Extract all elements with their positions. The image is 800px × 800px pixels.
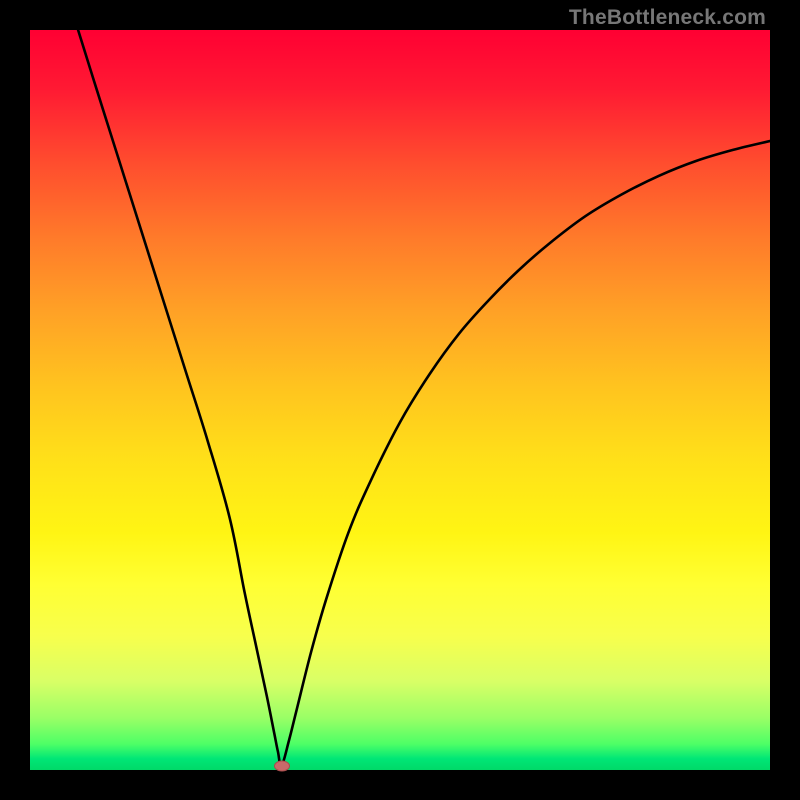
chart-frame: TheBottleneck.com: [0, 0, 800, 800]
plot-area: [30, 30, 770, 770]
watermark-text: TheBottleneck.com: [569, 6, 766, 30]
bottleneck-curve: [78, 30, 770, 766]
curve-svg: [30, 30, 770, 770]
optimum-marker: [274, 760, 290, 771]
